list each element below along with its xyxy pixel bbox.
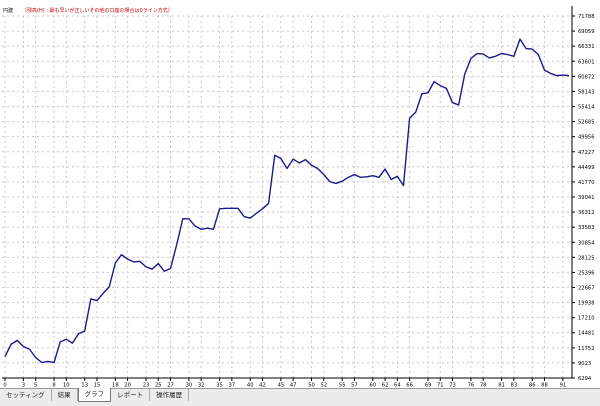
- tab-history[interactable]: 操作履歴: [150, 389, 190, 401]
- y-tick-label: 52685: [578, 120, 595, 126]
- tab-settings[interactable]: セッティング: [0, 389, 52, 401]
- y-tick-label: 36312: [578, 210, 595, 216]
- chart-line-layer: [4, 38, 570, 364]
- y-tick-label: 60872: [578, 74, 595, 80]
- y-tick-label: 47227: [578, 150, 595, 156]
- y-tick-label: 19938: [578, 301, 595, 307]
- y-axis-ticks: 71788 69059 66331 63601 60872 58143 55414 52685…: [572, 14, 595, 382]
- chart-axes: [2, 6, 573, 379]
- chart-note: （残高(H) : 最も早いが正しいその他の口座の場合は0ライン方式）: [22, 7, 173, 14]
- chart-grid: [2, 6, 573, 379]
- tab-bar: セッティング 結果 グラフ レポート 操作履歴: [0, 388, 600, 406]
- y-tick-label: 71788: [578, 14, 595, 20]
- tab-results[interactable]: 結果: [52, 389, 78, 401]
- y-tick-label: 33583: [578, 225, 595, 231]
- x-axis-ticks: 0 3 5 8 10 13 15 18 20 23 25 27 30 32 35 37 40 42 45 47 50 52…: [3, 378, 566, 388]
- y-tick-label: 58143: [578, 89, 595, 95]
- y-tick-label: 39041: [578, 195, 595, 201]
- y-tick-label: 22667: [578, 286, 595, 292]
- y-tick-label: 28125: [578, 255, 595, 261]
- chart-area: 71788 69059 66331 63601 60872 58143 55414 52685…: [2, 6, 595, 388]
- y-tick-label: 14481: [578, 331, 595, 337]
- y-tick-label: 69059: [578, 29, 595, 35]
- y-tick-label: 30854: [578, 240, 595, 246]
- y-tick-label: 11752: [578, 346, 595, 352]
- y-tick-label: 44499: [578, 165, 595, 171]
- y-tick-label: 49956: [578, 135, 595, 141]
- y-tick-label: 25396: [578, 270, 595, 276]
- y-tick-label: 9023: [578, 361, 591, 367]
- y-tick-label: 55414: [578, 105, 595, 111]
- tab-graph[interactable]: グラフ: [77, 388, 112, 402]
- y-tick-label: 6294: [578, 376, 592, 382]
- balance-series-line: [4, 38, 570, 364]
- tab-report[interactable]: レポート: [111, 389, 151, 401]
- y-tick-label: 63601: [578, 59, 595, 65]
- y-tick-label: 41770: [578, 180, 595, 186]
- y-tick-label: 17210: [578, 316, 595, 322]
- y-tick-label: 66331: [578, 44, 595, 50]
- symbol-label: 円建: [3, 7, 13, 14]
